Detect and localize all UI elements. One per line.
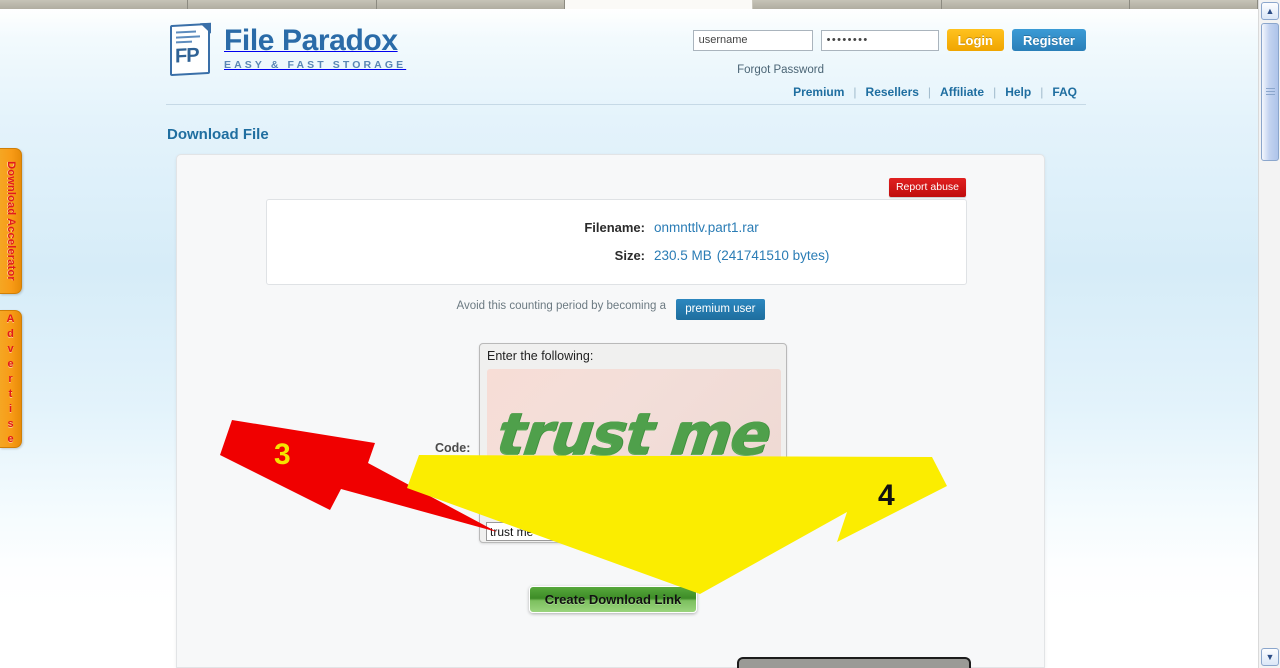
advertise-letter: A xyxy=(6,312,15,325)
forgot-password-link[interactable]: Forgot Password xyxy=(737,64,824,76)
password-input[interactable] xyxy=(820,29,939,51)
help-icon[interactable]: ? xyxy=(750,522,779,539)
captcha-widget: Enter the following: trust me Your Answe… xyxy=(479,343,787,543)
header-nav: Premium | Resellers | Affiliate | Help |… xyxy=(784,85,1086,99)
speaker-icon[interactable] xyxy=(721,522,750,539)
file-info-row-size: Size: 230.5 MB (241741510 bytes) xyxy=(267,248,966,263)
browser-tab-strip[interactable] xyxy=(0,0,1258,9)
report-abuse-button[interactable]: Report abuse xyxy=(888,178,966,197)
bottom-content-box xyxy=(737,657,971,668)
advertise-letter: s xyxy=(7,417,14,430)
scrollbar-thumb[interactable] xyxy=(1261,23,1279,161)
browser-tab[interactable] xyxy=(376,0,566,9)
page-title: Download File xyxy=(167,126,269,143)
nav-link-help[interactable]: Help xyxy=(996,85,1040,99)
captcha-prompt: Enter the following: xyxy=(487,349,594,363)
media-wordmark: media xyxy=(738,500,779,517)
scroll-up-icon[interactable]: ▲ xyxy=(1261,2,1279,20)
nav-link-premium[interactable]: Premium xyxy=(784,85,853,99)
advertise-letter: e xyxy=(7,432,14,445)
size-bytes-value: (241741510 bytes) xyxy=(716,248,830,263)
premium-user-button[interactable]: premium user xyxy=(676,299,765,320)
logo-tagline: EASY & FAST STORAGE xyxy=(224,59,407,71)
browser-tab[interactable] xyxy=(753,0,942,9)
advertise-letter: r xyxy=(8,372,13,385)
captcha-controls: ↻ ? xyxy=(691,521,780,540)
sidebar-tab-advertise[interactable]: A d v e r t i s e xyxy=(0,310,22,448)
site-logo[interactable]: FP File Paradox EASY & FAST STORAGE xyxy=(166,22,406,78)
file-info-box: Filename: onmnttlv.part1.rar Size: 230.5… xyxy=(266,199,967,285)
file-info-row-filename: Filename: onmnttlv.part1.rar xyxy=(267,220,966,235)
scroll-down-icon[interactable]: ▼ xyxy=(1261,648,1279,666)
logo-monogram: FP xyxy=(175,44,199,68)
create-download-link-button[interactable]: Create Download Link xyxy=(529,586,697,613)
premium-upsell: Avoid this counting period by becoming a… xyxy=(177,299,1044,320)
sidebar-tab-download-accelerator[interactable]: Download Accelerator xyxy=(0,148,22,294)
premium-upsell-text: Avoid this counting period by becoming a xyxy=(456,300,666,312)
code-label: Code: xyxy=(435,441,471,455)
filename-label: Filename: xyxy=(584,220,645,235)
filename-value: onmnttlv.part1.rar xyxy=(654,220,759,235)
captcha-challenge-text: trust me xyxy=(493,400,775,468)
advertise-letter: i xyxy=(8,402,13,415)
captcha-image: trust me xyxy=(487,369,781,499)
nav-link-faq[interactable]: FAQ xyxy=(1043,85,1086,99)
site-header: FP File Paradox EASY & FAST STORAGE Logi… xyxy=(166,9,1086,105)
captcha-answer-input[interactable] xyxy=(486,522,675,541)
size-label: Size: xyxy=(614,248,645,263)
login-button[interactable]: Login xyxy=(946,29,1004,51)
download-accelerator-label: Download Accelerator xyxy=(4,161,17,281)
size-value: 230.5 MB xyxy=(654,248,712,263)
nav-link-affiliate[interactable]: Affiliate xyxy=(931,85,993,99)
advertise-letter: t xyxy=(8,387,13,400)
document-icon: FP xyxy=(166,22,214,78)
header-divider xyxy=(166,104,1086,105)
advertise-letter: d xyxy=(7,327,14,340)
solve-wordmark: SOLVE xyxy=(691,500,739,517)
browser-tab[interactable] xyxy=(188,0,377,9)
solve-media-logo: SOLVEmedia xyxy=(691,500,779,517)
auth-row: Login Register xyxy=(692,29,1086,51)
your-answer-label: Your Answer xyxy=(487,502,557,516)
advertise-letter: e xyxy=(7,357,14,370)
username-input[interactable] xyxy=(692,29,813,51)
advertise-letter: v xyxy=(7,342,14,355)
download-panel: Report abuse Filename: onmnttlv.part1.ra… xyxy=(176,154,1045,668)
refresh-icon[interactable]: ↻ xyxy=(692,522,721,539)
browser-tab[interactable] xyxy=(0,0,189,9)
browser-tab-active[interactable] xyxy=(565,0,754,9)
register-button[interactable]: Register xyxy=(1011,29,1086,51)
vertical-scrollbar[interactable]: ▲ ▼ xyxy=(1258,0,1280,668)
browser-tab[interactable] xyxy=(1130,0,1258,9)
nav-link-resellers[interactable]: Resellers xyxy=(857,85,928,99)
logo-title: File Paradox xyxy=(224,24,398,57)
browser-tab[interactable] xyxy=(941,0,1131,9)
